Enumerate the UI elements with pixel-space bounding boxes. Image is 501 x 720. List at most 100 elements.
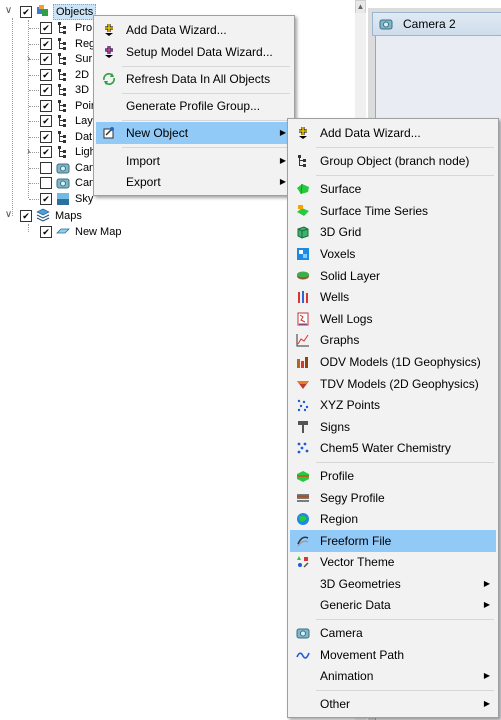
new-map-checkbox[interactable] (40, 226, 52, 238)
menu-separator (122, 66, 290, 67)
menu-item-profile[interactable]: Profile (290, 465, 496, 487)
tree-item-label[interactable]: 3D (73, 82, 91, 98)
menu-item-voxels[interactable]: Voxels (290, 243, 496, 265)
menu-item-camera[interactable]: Camera (290, 622, 496, 644)
tree-item-checkbox[interactable] (40, 68, 52, 81)
menu-item-other[interactable]: Other ▶ (290, 693, 496, 715)
new-object-submenu: Add Data Wizard... Group Object (branch n… (287, 118, 499, 718)
signs-icon (298, 421, 308, 433)
menu-item-graphs[interactable]: Graphs (290, 329, 496, 351)
maps-checkbox[interactable] (20, 210, 32, 222)
group-node-icon (58, 99, 66, 112)
expand-chevron-icon[interactable]: ∨ (4, 3, 13, 19)
submenu-arrow-icon: ▶ (279, 128, 286, 137)
tree-line (28, 224, 29, 232)
menu-item-label: Chem5 Water Chemistry (320, 441, 451, 455)
menu-item-label: 3D Geometries (320, 577, 401, 591)
tree-item-checkbox[interactable] (40, 192, 52, 205)
tree-item-checkbox[interactable] (40, 177, 52, 189)
tree-item-checkbox[interactable] (40, 115, 52, 127)
tree-line (29, 167, 39, 169)
tree-item-label[interactable]: Lay (73, 113, 95, 129)
menu-separator (316, 619, 494, 620)
menu-item-export[interactable]: Export ▶ (96, 171, 292, 193)
tree-item-checkbox[interactable] (40, 130, 52, 143)
tree-item-checkbox[interactable] (40, 99, 52, 112)
menu-item-solid-layer[interactable]: Solid Layer (290, 265, 496, 287)
menu-separator (316, 462, 494, 463)
tree-line (29, 198, 39, 200)
xyz-points-icon (297, 399, 309, 412)
menu-item-odv-models[interactable]: ODV Models (1D Geophysics) (290, 351, 496, 373)
tree-item-label[interactable]: Sky (73, 191, 95, 207)
menu-item-surface-time-series[interactable]: Surface Time Series (290, 200, 496, 222)
tree-item-checkbox[interactable] (40, 37, 52, 50)
tree-maps-label[interactable]: Maps (53, 208, 84, 224)
menu-item-generic-data[interactable]: Generic Data ▶ (290, 594, 496, 616)
menu-item-label: TDV Models (2D Geophysics) (320, 377, 479, 391)
menu-item-label: Vector Theme (320, 555, 395, 569)
submenu-arrow-icon: ▶ (483, 579, 490, 588)
menu-item-segy-profile[interactable]: Segy Profile (290, 487, 496, 509)
menu-item-label: Other (320, 697, 351, 711)
menu-item-vector-theme[interactable]: Vector Theme (290, 551, 496, 573)
menu-item-freeform-file[interactable]: Freeform File (290, 530, 496, 552)
menu-item-group-object[interactable]: Group Object (branch node) (290, 150, 496, 172)
menu-item-new-object[interactable]: New Object ▶ (96, 122, 292, 144)
menu-item-label: Movement Path (320, 648, 405, 662)
tree-item-label[interactable]: Pro (73, 20, 94, 36)
expand-chevron-icon[interactable]: ∨ (4, 207, 13, 223)
expand-chevron-icon[interactable]: › (24, 51, 33, 67)
tree-item-label[interactable]: Dat (73, 129, 94, 145)
menu-item-label: Surface Time Series (320, 204, 429, 218)
menu-item-well-logs[interactable]: Well Logs (290, 308, 496, 330)
menu-item-3d-grid[interactable]: 3D Grid (290, 221, 496, 243)
menu-item-animation[interactable]: Animation ▶ (290, 665, 496, 687)
menu-item-wells[interactable]: Wells (290, 286, 496, 308)
menu-item-import[interactable]: Import ▶ (96, 150, 292, 172)
menu-item-label: Export (126, 175, 161, 189)
menu-item-tdv-models[interactable]: TDV Models (2D Geophysics) (290, 373, 496, 395)
objects-checkbox[interactable] (20, 6, 32, 18)
group-node-icon (58, 115, 66, 127)
refresh-icon (103, 73, 115, 85)
menu-item-label: Animation (320, 669, 374, 683)
menu-item-refresh-data[interactable]: Refresh Data In All Objects (96, 68, 292, 90)
tree-item-label[interactable]: 2D (73, 67, 91, 83)
group-node-icon (58, 68, 66, 81)
tree-new-map-label[interactable]: New Map (73, 224, 123, 240)
menu-item-3d-geometries[interactable]: 3D Geometries ▶ (290, 573, 496, 595)
menu-item-xyz-points[interactable]: XYZ Points (290, 394, 496, 416)
menu-item-region[interactable]: Region (290, 508, 496, 530)
region-icon (297, 513, 309, 525)
menu-separator (122, 147, 290, 148)
scroll-up-arrow-icon[interactable]: ▲ (355, 0, 366, 14)
voxels-icon (297, 248, 309, 260)
menu-separator (122, 93, 290, 94)
tree-item-checkbox[interactable] (40, 161, 52, 174)
menu-item-label: Segy Profile (320, 491, 385, 505)
tree-line (29, 121, 39, 122)
tree-item-checkbox[interactable] (40, 84, 52, 96)
tab-camera-2[interactable]: Camera 2 (372, 12, 501, 36)
setup-wizard-icon (105, 46, 113, 58)
expand-chevron-icon[interactable]: › (24, 144, 33, 160)
menu-item-add-data-wizard[interactable]: Add Data Wizard... (96, 19, 292, 41)
menu-item-movement-path[interactable]: Movement Path (290, 644, 496, 666)
menu-item-signs[interactable]: Signs (290, 416, 496, 438)
menu-item-chem5-water-chemistry[interactable]: Chem5 Water Chemistry (290, 437, 496, 459)
menu-item-label: Generate Profile Group... (126, 99, 261, 113)
menu-item-add-data-wizard[interactable]: Add Data Wizard... (290, 122, 496, 144)
segy-profile-icon (297, 494, 309, 502)
add-wizard-icon (105, 24, 113, 36)
tree-line (28, 20, 29, 198)
menu-item-setup-model-data-wizard[interactable]: Setup Model Data Wizard... (96, 41, 292, 63)
tree-item-checkbox[interactable] (40, 146, 52, 158)
tree-root-label[interactable]: Objects (53, 4, 97, 20)
tree-item-checkbox[interactable] (40, 22, 52, 34)
tree-item-checkbox[interactable] (40, 53, 52, 65)
menu-item-surface[interactable]: Surface (290, 178, 496, 200)
menu-item-generate-profile-group[interactable]: Generate Profile Group... (96, 95, 292, 117)
tree-item-label[interactable]: Sur (73, 51, 94, 67)
menu-item-label: Group Object (branch node) (320, 154, 470, 168)
